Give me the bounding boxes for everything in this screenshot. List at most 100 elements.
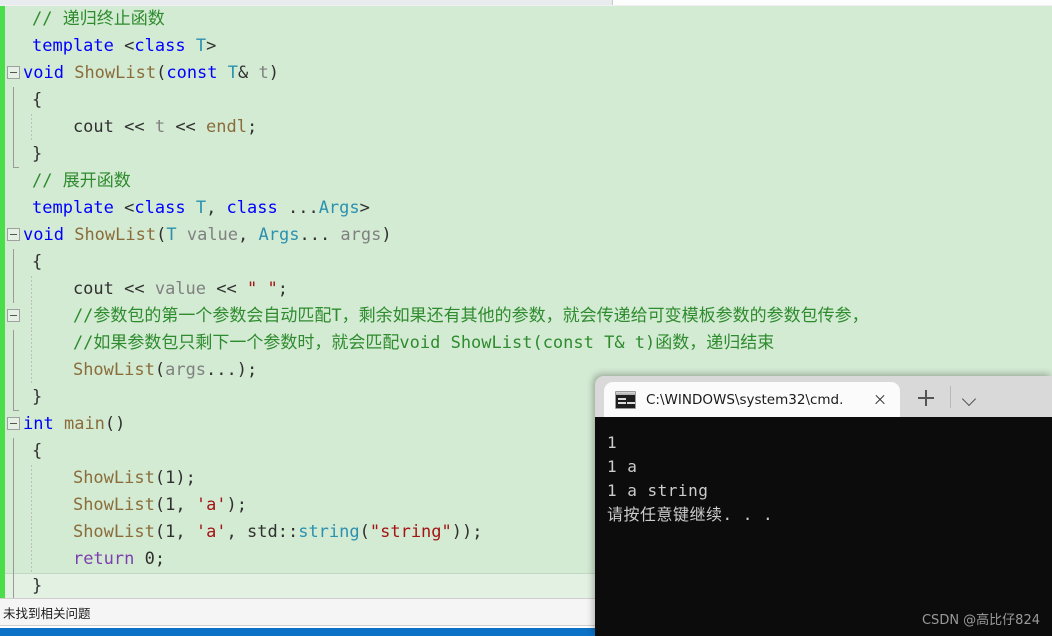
fold-guide-line [13, 87, 14, 114]
code-token: < [113, 36, 135, 56]
tab-bar-separator [950, 386, 951, 408]
fold-collapse-icon[interactable] [7, 309, 20, 322]
top-strip-right-segment [613, 0, 1052, 5]
code-line[interactable]: template <class T, class ...Args> [5, 195, 1052, 222]
code-line[interactable]: { [5, 87, 1052, 114]
code-line-text: // 递归终止函数 [23, 9, 165, 29]
plus-icon[interactable] [912, 385, 940, 411]
code-token: class [134, 36, 186, 56]
code-token: T [195, 36, 207, 56]
code-line[interactable]: //参数包的第一个参数会自动匹配T，剩余如果还有其他的参数，就会传递给可变模板参… [5, 303, 1052, 330]
code-token: & [238, 63, 259, 83]
code-token: , [175, 495, 196, 515]
chevron-down-icon[interactable] [955, 385, 983, 411]
code-token: > [359, 198, 370, 218]
fold-guide-line [13, 357, 14, 384]
code-token: "string" [369, 522, 452, 542]
code-token: ShowList [72, 522, 155, 542]
code-token: ShowList [72, 360, 155, 380]
code-line[interactable]: cout << value << " "; [5, 276, 1052, 303]
close-icon[interactable] [868, 388, 892, 412]
code-line-text: cout << t << endl; [23, 117, 257, 137]
code-token: T [166, 225, 177, 245]
code-token: ); [226, 495, 248, 515]
code-line-text: template <class T> [23, 36, 216, 56]
fold-guide-line [13, 546, 14, 573]
code-token: ( [154, 522, 166, 542]
code-line-text: ShowList(args...); [23, 360, 257, 380]
code-token: ) [381, 225, 392, 245]
console-output-line: 1 a string [607, 481, 709, 500]
code-token: > [206, 36, 217, 56]
fold-guide-line [13, 141, 19, 168]
console-output-line: 1 [607, 433, 618, 452]
code-token: 1 [165, 468, 176, 488]
code-line-text: } [23, 576, 42, 596]
code-token: < [113, 198, 135, 218]
code-token: ( [154, 468, 166, 488]
fold-guide-line [13, 492, 14, 519]
console-output-line: 请按任意键继续. . . [607, 505, 774, 524]
fold-guide-line [13, 384, 19, 411]
code-line[interactable]: // 递归终止函数 [5, 6, 1052, 33]
code-token: ShowList [72, 468, 155, 488]
code-token: string [298, 522, 360, 542]
code-token: cout << [32, 117, 155, 137]
code-token: ... [299, 225, 341, 245]
code-token: args [165, 360, 207, 380]
code-token: ( [154, 495, 166, 515]
code-line[interactable]: template <class T> [5, 33, 1052, 60]
code-token: T [227, 63, 239, 83]
code-token: << [206, 279, 247, 299]
indent-guide [31, 276, 32, 303]
code-line-text: cout << value << " "; [23, 279, 288, 299]
code-line[interactable]: void ShowList(T value, Args... args) [5, 222, 1052, 249]
code-token: 0 [144, 549, 155, 569]
code-token: endl [206, 117, 247, 137]
indent-guide [31, 303, 32, 330]
console-output-line: 1 a [607, 457, 638, 476]
code-token: << [165, 117, 207, 137]
terminal-window[interactable]: C:\WINDOWS\system32\cmd. 1 1 a 1 a string 请… [595, 376, 1052, 636]
terminal-console-output[interactable]: 1 1 a 1 a string 请按任意键继续. . . [595, 417, 1052, 636]
code-token: // 递归终止函数 [32, 9, 165, 29]
code-token: 'a' [195, 495, 227, 515]
code-token: // 展开函数 [32, 171, 131, 191]
code-token: main [63, 414, 105, 434]
code-token: } [32, 144, 43, 164]
code-token: T [195, 198, 207, 218]
code-line[interactable]: { [5, 249, 1052, 276]
code-token: ShowList [72, 495, 155, 515]
terminal-tab-active[interactable]: C:\WINDOWS\system32\cmd. [604, 382, 900, 417]
fold-collapse-icon[interactable] [7, 228, 20, 241]
code-token: void [23, 225, 64, 245]
top-strip-left-segment [0, 0, 613, 5]
screen-root: // 递归终止函数 template <class T> void ShowList… [0, 0, 1052, 636]
code-line[interactable]: void ShowList(const T& t) [5, 60, 1052, 87]
code-line[interactable]: // 展开函数 [5, 168, 1052, 195]
code-token: , [206, 198, 227, 218]
code-line[interactable]: //如果参数包只剩下一个参数时，就会匹配void ShowList(const … [5, 330, 1052, 357]
terminal-tab-title: C:\WINDOWS\system32\cmd. [646, 391, 844, 408]
code-token: ( [156, 63, 167, 83]
indent-guide [31, 114, 32, 141]
fold-collapse-icon[interactable] [7, 417, 20, 430]
code-token: } [32, 387, 43, 407]
code-token: )); [451, 522, 483, 542]
code-token: , [238, 225, 259, 245]
fold-collapse-icon[interactable] [7, 66, 20, 79]
code-token: 1 [165, 522, 176, 542]
code-line[interactable]: cout << t << endl; [5, 114, 1052, 141]
code-line[interactable]: } [5, 141, 1052, 168]
code-token: 'a' [195, 522, 227, 542]
code-token: { [32, 90, 43, 110]
code-token: ShowList [74, 225, 157, 245]
fold-guide-line [13, 465, 14, 492]
